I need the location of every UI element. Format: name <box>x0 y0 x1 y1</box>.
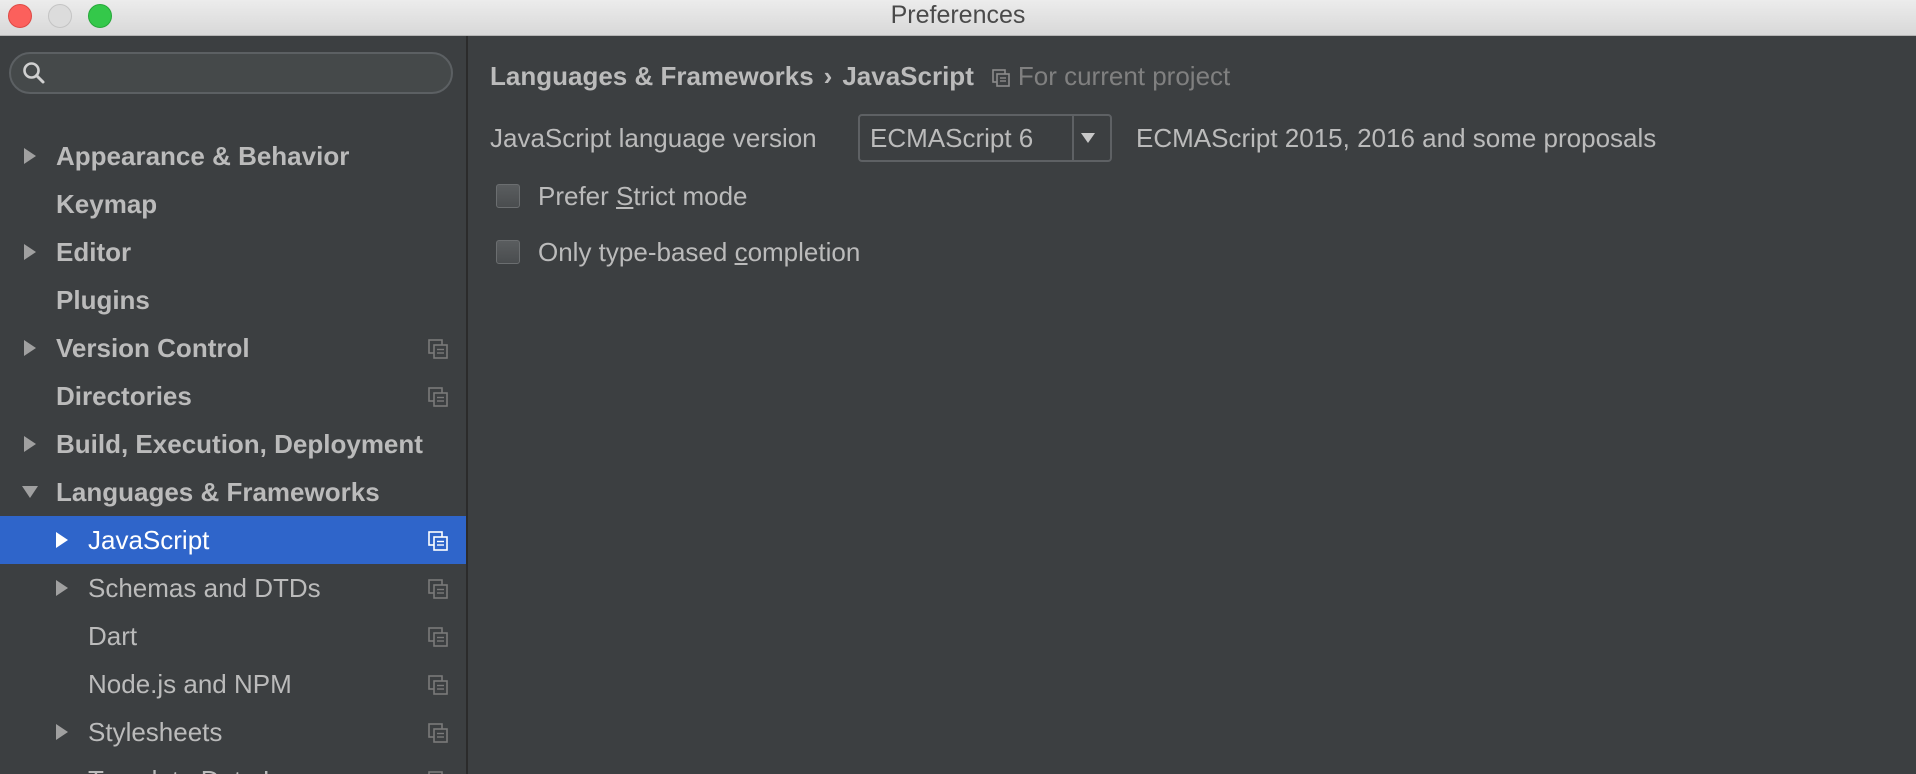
sidebar-item-label: Directories <box>56 381 192 411</box>
js-version-value: ECMAScript 6 <box>870 123 1034 153</box>
sidebar-item-keymap[interactable]: Keymap <box>0 180 466 228</box>
sidebar-item-label: Stylesheets <box>88 717 223 747</box>
project-scope-icon <box>428 339 448 359</box>
label-start: Only type-based <box>538 237 735 267</box>
project-scope-icon <box>428 579 448 599</box>
label-start: Prefer <box>538 181 617 211</box>
sidebar-item-label: Template Data Languages <box>88 756 392 774</box>
label-end: ompletion <box>747 237 861 267</box>
sidebar-item-node-js-and-npm[interactable]: Node.js and NPM <box>0 660 466 708</box>
sidebar-item-label: Dart <box>88 621 138 651</box>
checkbox-label: Prefer Strict mode <box>538 176 748 216</box>
settings-search-input[interactable] <box>55 58 439 90</box>
chevron-down-icon[interactable] <box>1078 130 1098 146</box>
sidebar-item-editor[interactable]: Editor <box>0 228 466 276</box>
project-scope-icon <box>428 723 448 743</box>
checkbox-label: Only type-based completion <box>538 232 860 272</box>
sidebar-item-label: Languages & Frameworks <box>56 477 380 507</box>
js-version-label: JavaScript language version <box>490 123 817 153</box>
triangle-right-icon[interactable] <box>52 564 72 612</box>
sidebar-item-label: Plugins <box>56 285 150 315</box>
sidebar-item-plugins[interactable]: Plugins <box>0 276 466 324</box>
sidebar-item-label: Schemas and DTDs <box>88 573 321 603</box>
project-scope-icon <box>992 69 1010 87</box>
label-mnemonic: c <box>734 237 748 267</box>
sidebar-item-template-data-languages[interactable]: Template Data Languages <box>0 756 466 774</box>
js-version-description: ECMAScript 2015, 2016 and some proposals <box>1136 123 1657 153</box>
triangle-right-icon[interactable] <box>20 228 40 276</box>
triangle-right-icon[interactable] <box>20 324 40 372</box>
breadcrumb-separator: › <box>823 61 833 91</box>
dropdown-divider <box>1072 116 1074 160</box>
breadcrumb-scope: For current project <box>1017 61 1231 91</box>
breadcrumb-current: JavaScript <box>842 61 974 91</box>
search-icon <box>23 62 45 84</box>
checkbox-box[interactable] <box>496 240 520 264</box>
project-scope-icon <box>428 675 448 695</box>
sidebar-item-appearance-behavior[interactable]: Appearance & Behavior <box>0 132 466 180</box>
triangle-down-icon[interactable] <box>20 468 40 516</box>
sidebar-item-label: Editor <box>56 237 132 267</box>
triangle-right-icon[interactable] <box>52 516 72 564</box>
sidebar-item-build-execution-deployment[interactable]: Build, Execution, Deployment <box>0 420 466 468</box>
settings-tree: Appearance & Behavior Keymap Editor Plugins… <box>0 132 466 774</box>
settings-content-panel: Languages & Frameworks › JavaScript For cu… <box>470 36 1916 774</box>
settings-search-box[interactable] <box>9 52 453 94</box>
triangle-right-icon[interactable] <box>52 708 72 756</box>
triangle-right-icon[interactable] <box>20 420 40 468</box>
triangle-right-icon[interactable] <box>20 132 40 180</box>
sidebar-item-schemas-and-dtds[interactable]: Schemas and DTDs <box>0 564 466 612</box>
breadcrumb-parent[interactable]: Languages & Frameworks <box>490 61 814 91</box>
js-version-dropdown[interactable]: ECMAScript 6 <box>858 114 1112 162</box>
sidebar-item-languages-frameworks[interactable]: Languages & Frameworks <box>0 468 466 516</box>
sidebar-item-label: Appearance & Behavior <box>56 141 350 171</box>
sidebar-item-version-control[interactable]: Version Control <box>0 324 466 372</box>
sidebar-item-label: Build, Execution, Deployment <box>56 429 423 459</box>
sidebar-item-dart[interactable]: Dart <box>0 612 466 660</box>
project-scope-icon <box>428 531 448 551</box>
title-bar[interactable]: Preferences <box>0 0 1916 36</box>
preferences-window: Preferences Appearance & Behavior Keymap E… <box>0 0 1916 774</box>
checkbox-box[interactable] <box>496 184 520 208</box>
breadcrumb: Languages & Frameworks › JavaScript For cu… <box>490 56 1230 96</box>
sidebar-item-stylesheets[interactable]: Stylesheets <box>0 708 466 756</box>
label-mnemonic: S <box>616 181 634 211</box>
window-title: Preferences <box>890 1 1026 29</box>
sidebar-item-label: Node.js and NPM <box>88 669 292 699</box>
project-scope-icon <box>428 387 448 407</box>
project-scope-icon <box>428 627 448 647</box>
sidebar-item-label: Keymap <box>56 189 158 219</box>
settings-sidebar: Appearance & Behavior Keymap Editor Plugins… <box>0 36 468 774</box>
sidebar-item-label: Version Control <box>56 333 250 363</box>
sidebar-item-directories[interactable]: Directories <box>0 372 466 420</box>
sidebar-item-label: JavaScript <box>88 525 210 555</box>
sidebar-item-javascript[interactable]: JavaScript <box>0 516 466 564</box>
label-end: trict mode <box>633 181 748 211</box>
